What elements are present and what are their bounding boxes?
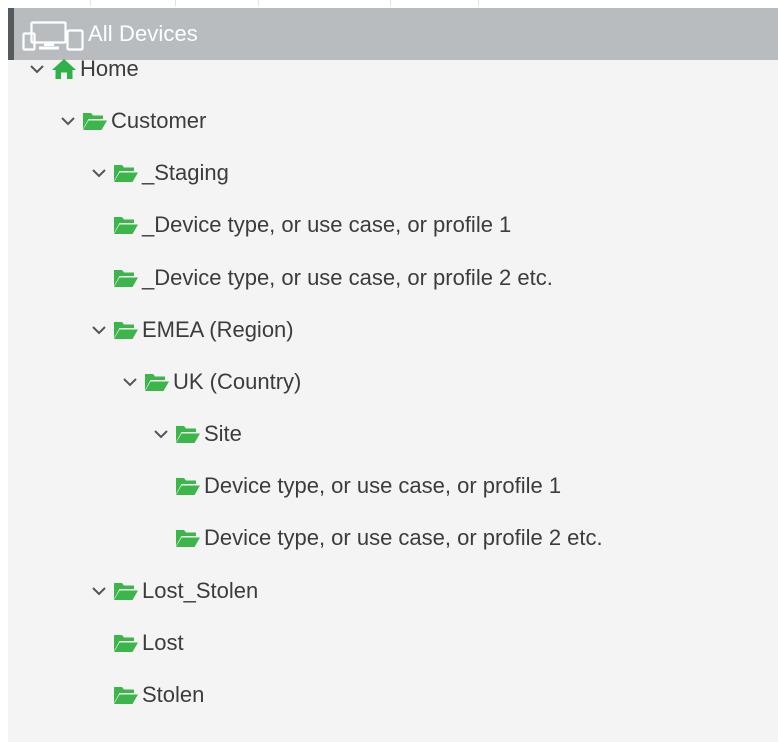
chevron-down-icon[interactable]: [28, 60, 46, 78]
chevron-down-icon[interactable]: [90, 164, 108, 182]
tree-node-lost-stolen[interactable]: Lost_Stolen: [90, 571, 258, 611]
tree-node-emea[interactable]: EMEA (Region): [90, 310, 294, 350]
tree-node-customer[interactable]: Customer: [59, 101, 206, 141]
devices-icon: [22, 21, 84, 51]
column-divider: [258, 0, 259, 6]
tree-node-home[interactable]: Home: [28, 49, 139, 89]
tree-node-staging-profile-2[interactable]: _Device type, or use case, or profile 2 …: [113, 258, 553, 298]
top-divider-strip: [0, 0, 778, 8]
tree-node-lost[interactable]: Lost: [113, 623, 184, 663]
tree-node-label: UK (Country): [173, 368, 302, 394]
folder-open-icon: [83, 113, 107, 131]
folder-open-icon: [114, 269, 138, 287]
folder-open-icon: [176, 530, 200, 548]
column-divider: [478, 0, 479, 6]
tree-node-label: Device type, or use case, or profile 2 e…: [204, 525, 603, 551]
folder-open-icon: [176, 426, 200, 444]
tree-node-label: Device type, or use case, or profile 1: [204, 473, 562, 499]
folder-open-icon: [145, 373, 169, 391]
column-divider: [390, 0, 391, 6]
tree-node-uk[interactable]: UK (Country): [121, 362, 301, 402]
header-title: All Devices: [88, 21, 198, 46]
tree-node-label: _Device type, or use case, or profile 1: [142, 212, 512, 238]
folder-open-icon: [176, 478, 200, 496]
tree-node-label: EMEA (Region): [142, 316, 294, 342]
folder-open-icon: [114, 217, 138, 235]
tree-node-site-profile-1[interactable]: Device type, or use case, or profile 1: [175, 466, 561, 506]
tree-node-label: Stolen: [142, 681, 205, 707]
tree-node-staging[interactable]: _Staging: [90, 153, 229, 193]
device-tree-panel: All Devices Home Customer _Staging _Device …: [8, 8, 778, 742]
chevron-down-icon[interactable]: [90, 321, 108, 339]
chevron-down-icon[interactable]: [121, 373, 139, 391]
tree-node-site[interactable]: Site: [152, 414, 242, 454]
folder-open-icon: [114, 686, 138, 704]
folder-open-icon: [114, 165, 138, 183]
home-icon: [52, 59, 76, 79]
column-divider: [90, 0, 91, 6]
column-divider: [175, 0, 176, 6]
chevron-down-icon[interactable]: [152, 425, 170, 443]
chevron-down-icon[interactable]: [59, 112, 77, 130]
tree-node-label: _Staging: [142, 160, 229, 186]
tree-node-site-profile-2[interactable]: Device type, or use case, or profile 2 e…: [175, 518, 603, 558]
tree-node-label: _Device type, or use case, or profile 2 …: [142, 264, 553, 290]
folder-open-icon: [114, 321, 138, 339]
device-tree-page: All Devices Home Customer _Staging _Device …: [0, 0, 778, 742]
folder-open-icon: [114, 582, 138, 600]
tree-node-staging-profile-1[interactable]: _Device type, or use case, or profile 1: [113, 205, 511, 245]
tree-node-label: Site: [204, 421, 242, 447]
folder-open-icon: [114, 634, 138, 652]
tree-node-label: Lost: [142, 629, 184, 655]
tree-node-label: Lost_Stolen: [142, 577, 259, 603]
chevron-down-icon[interactable]: [90, 582, 108, 600]
tree-node-stolen[interactable]: Stolen: [113, 675, 204, 715]
tree-node-label: Home: [80, 56, 139, 81]
tree-node-label: Customer: [111, 108, 207, 134]
